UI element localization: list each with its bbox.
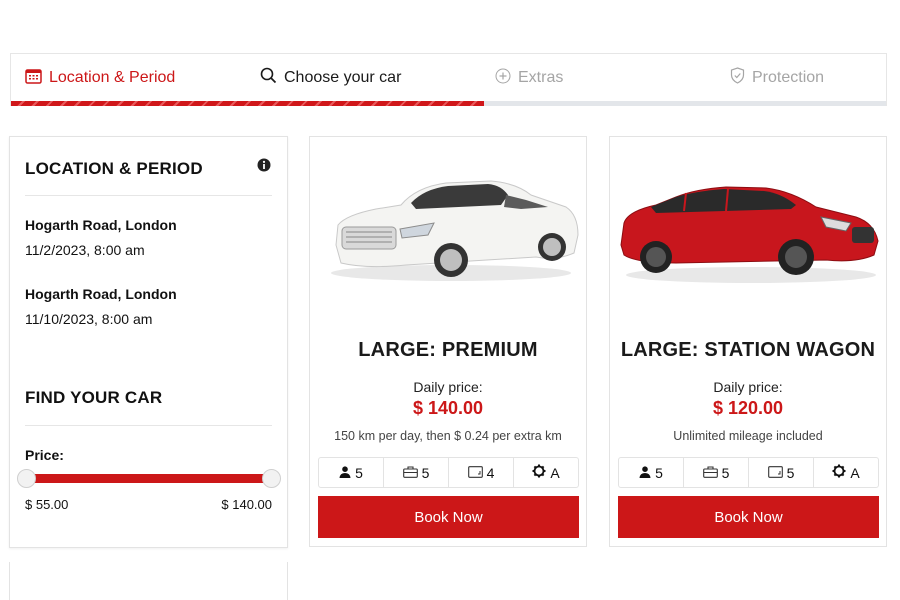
booking-steps: Location & Period Choose your car Extras… — [10, 53, 887, 106]
gear-icon — [532, 464, 546, 481]
daily-price-label: Daily price: — [413, 379, 483, 395]
person-icon — [339, 465, 351, 481]
mileage-info: Unlimited mileage included — [673, 429, 823, 443]
car-image-station-wagon — [616, 145, 880, 295]
price-filter-label: Price: — [25, 447, 64, 463]
spec-bags: 5 — [684, 458, 749, 487]
sidebar-panel: LOCATION & PERIOD Hogarth Road, London 1… — [9, 136, 288, 548]
suitcase-icon — [702, 465, 718, 481]
pickup-datetime: 11/2/2023, 8:00 am — [25, 242, 145, 258]
car-card: LARGE: PREMIUM Daily price: $ 140.00 150… — [309, 136, 587, 547]
daily-price-value: $ 140.00 — [412, 398, 484, 418]
info-icon[interactable] — [257, 158, 271, 177]
location-period-heading: LOCATION & PERIOD — [25, 159, 203, 178]
dropoff-datetime: 11/10/2023, 8:00 am — [25, 311, 153, 327]
step-label: Extras — [518, 69, 564, 86]
book-now-button[interactable]: Book Now — [318, 496, 579, 538]
car-title: LARGE: STATION WAGON — [620, 339, 876, 361]
spec-bags: 5 — [384, 458, 449, 487]
step-protection[interactable]: Protection — [730, 54, 824, 102]
divider — [25, 425, 272, 426]
daily-price-label: Daily price: — [713, 379, 783, 395]
find-your-car-heading: FIND YOUR CAR — [25, 388, 163, 407]
price-slider-min-handle[interactable] — [17, 469, 36, 488]
suitcase-icon — [402, 465, 418, 481]
shield-check-icon — [730, 67, 752, 89]
search-icon — [260, 67, 284, 89]
car-title: LARGE: PREMIUM — [358, 339, 538, 361]
sidebar-next-panel — [9, 562, 288, 600]
door-icon — [767, 465, 783, 481]
step-extras[interactable]: Extras — [495, 54, 563, 102]
spec-transmission: A — [814, 458, 878, 487]
plus-circle-icon — [495, 68, 518, 89]
car-specs: 5 5 4 A — [318, 457, 579, 488]
car-image-premium-sedan — [316, 145, 580, 295]
price-slider-max-handle[interactable] — [262, 469, 281, 488]
spec-seats: 5 — [619, 458, 684, 487]
divider — [25, 195, 272, 196]
steps-progress-bar — [11, 101, 886, 106]
spec-seats: 5 — [319, 458, 384, 487]
steps-progress-fill — [11, 101, 484, 106]
book-now-button[interactable]: Book Now — [618, 496, 879, 538]
step-label: Protection — [752, 69, 825, 86]
mileage-info: 150 km per day, then $ 0.24 per extra km — [334, 429, 562, 443]
car-card: LARGE: STATION WAGON Daily price: $ 120.… — [609, 136, 887, 547]
door-icon — [467, 465, 483, 481]
daily-price-value: $ 120.00 — [712, 398, 784, 418]
spec-doors: 5 — [749, 458, 814, 487]
pickup-location: Hogarth Road, London — [25, 217, 177, 233]
price-range-slider[interactable] — [34, 474, 270, 483]
step-choose-car[interactable]: Choose your car — [260, 54, 401, 102]
calendar-icon — [25, 68, 49, 89]
dropoff-location: Hogarth Road, London — [25, 286, 177, 302]
price-min-value: $ 55.00 — [25, 497, 69, 512]
spec-doors: 4 — [449, 458, 514, 487]
car-specs: 5 5 5 A — [618, 457, 879, 488]
step-label: Choose your car — [284, 69, 402, 86]
step-label: Location & Period — [49, 69, 176, 86]
spec-transmission: A — [514, 458, 578, 487]
step-location-period[interactable]: Location & Period — [25, 54, 175, 102]
person-icon — [639, 465, 651, 481]
gear-icon — [832, 464, 846, 481]
price-max-value: $ 140.00 — [221, 497, 272, 512]
